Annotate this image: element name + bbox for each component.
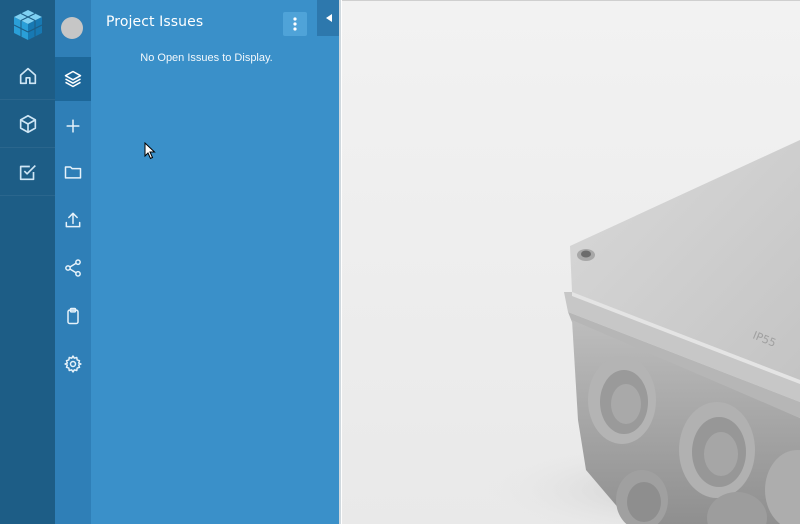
panel-title: Project Issues: [106, 14, 204, 30]
collapse-panel-button[interactable]: [317, 0, 341, 36]
tool-settings-button[interactable]: [55, 342, 91, 386]
tool-layers-button[interactable]: [55, 57, 91, 101]
rail-models-button[interactable]: [0, 100, 55, 148]
layers-icon: [64, 70, 82, 88]
upload-icon: [65, 212, 81, 228]
panel-divider[interactable]: [339, 0, 341, 524]
rail-home-button[interactable]: [0, 52, 55, 100]
avatar[interactable]: [61, 17, 83, 39]
clipboard-icon: [67, 307, 79, 325]
gear-icon: [64, 355, 82, 373]
tool-upload-button[interactable]: [55, 198, 91, 242]
issues-panel: Project Issues No Open Issues to Display…: [91, 0, 341, 524]
plus-icon: [66, 119, 80, 133]
folder-icon: [64, 166, 82, 179]
cube-icon: [19, 114, 36, 133]
mouse-cursor-icon: [144, 142, 156, 160]
cube-logo-icon: [13, 10, 42, 40]
tool-column: [55, 0, 91, 524]
tool-clipboard-button[interactable]: [55, 294, 91, 338]
rail-tasks-button[interactable]: [0, 148, 55, 196]
panel-menu-button[interactable]: [283, 12, 307, 36]
home-icon: [19, 67, 36, 84]
tool-add-button[interactable]: [55, 104, 91, 148]
tool-share-button[interactable]: [55, 246, 91, 290]
junction-box-model: IP55: [482, 140, 800, 524]
model-viewport[interactable]: IP55: [342, 0, 800, 524]
app-logo[interactable]: [0, 0, 55, 50]
checkbox-icon: [19, 164, 36, 180]
empty-issues-message: No Open Issues to Display.: [140, 52, 273, 64]
more-vertical-icon: [293, 17, 297, 31]
share-icon: [65, 259, 81, 277]
tool-folder-button[interactable]: [55, 150, 91, 194]
app-rail: [0, 0, 55, 524]
caret-left-icon: [326, 14, 332, 22]
